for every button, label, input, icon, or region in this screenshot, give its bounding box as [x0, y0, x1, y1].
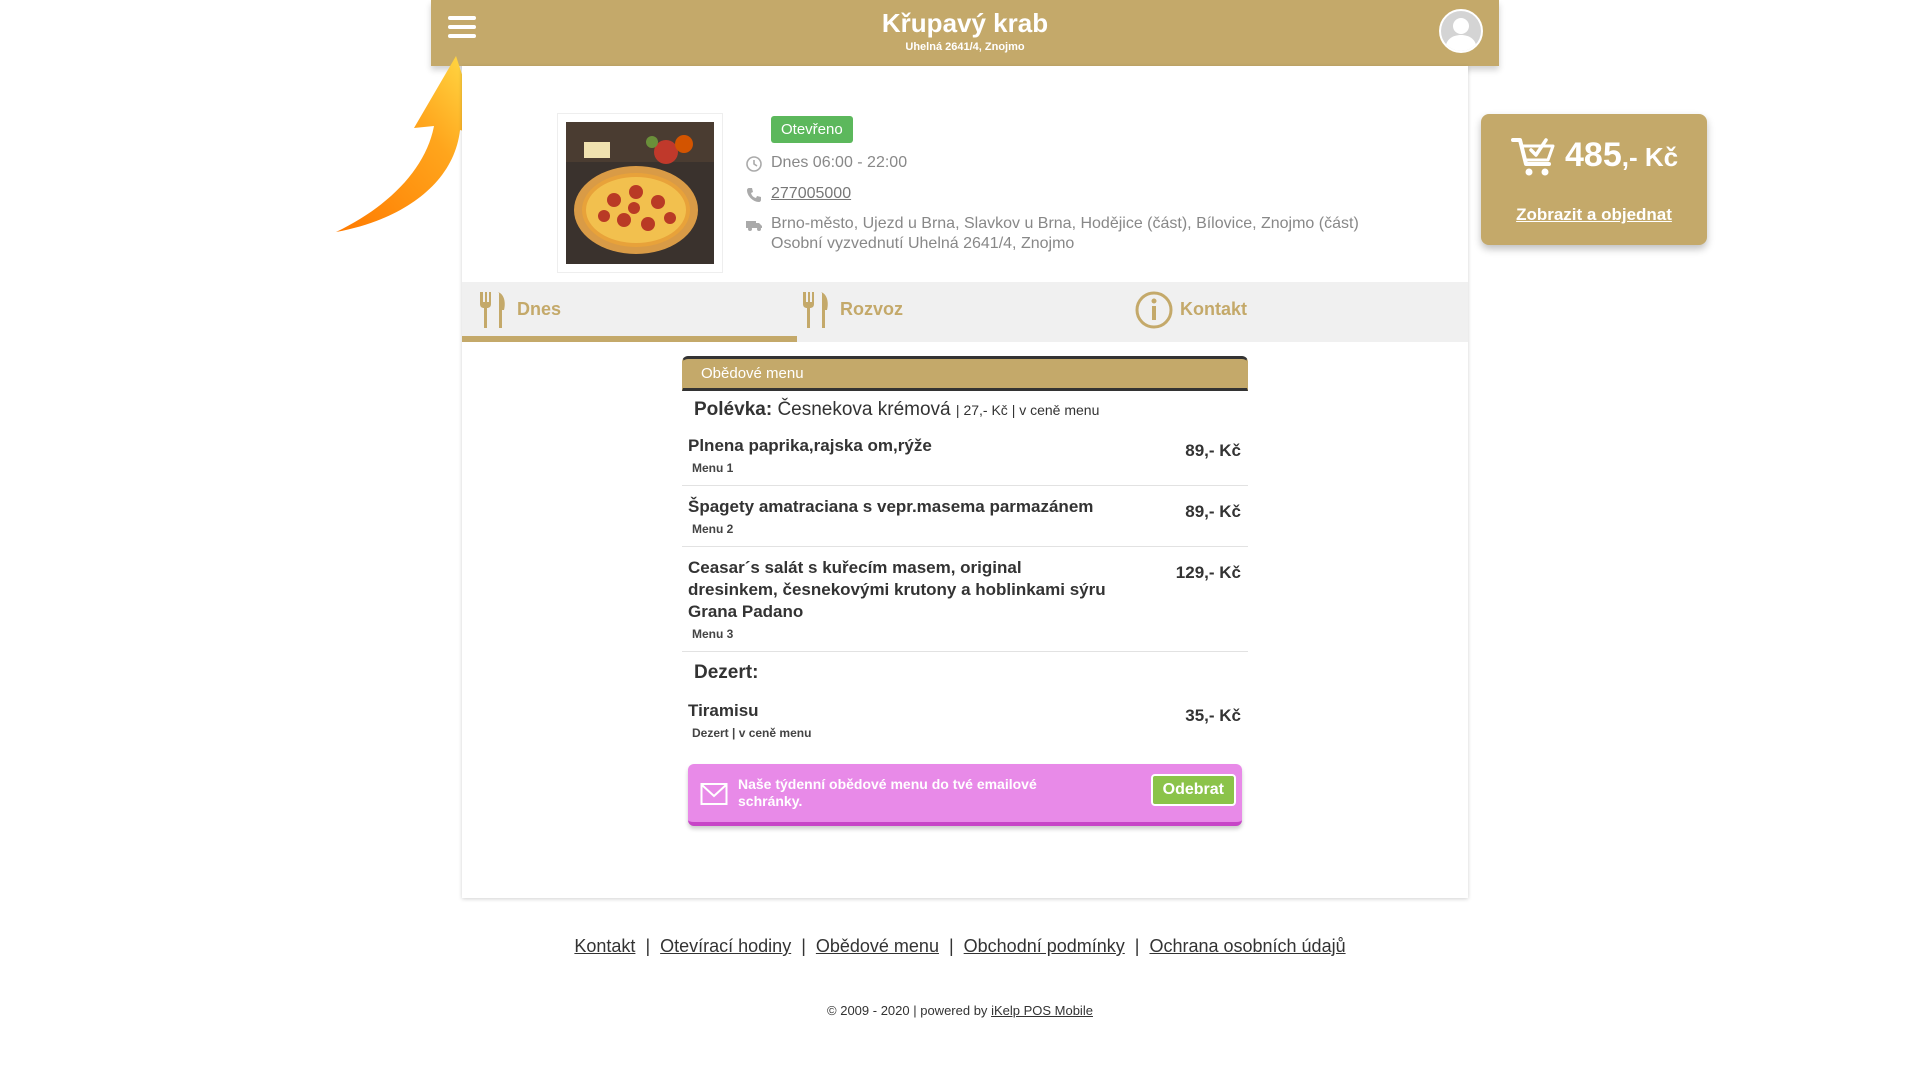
menu-item-price: 89,- Kč: [1185, 502, 1241, 521]
menu-header: Obědové menu: [682, 356, 1248, 391]
footer-separator: |: [948, 936, 954, 956]
cart-currency: ,- Kč: [1621, 142, 1679, 172]
copyright-text: © 2009 - 2020 | powered by: [827, 1003, 988, 1018]
dessert-name: Tiramisu: [688, 701, 759, 720]
opening-hours: Dnes 06:00 - 22:00: [745, 153, 1445, 173]
delivery-truck-icon: [746, 221, 762, 231]
footer-link-terms[interactable]: Obchodní podmínky: [964, 936, 1125, 956]
tab-dnes[interactable]: Dnes: [462, 282, 797, 342]
tab-bar: Dnes Rozvoz Kontakt: [462, 282, 1468, 342]
user-avatar-icon[interactable]: [1439, 9, 1483, 53]
menu-item-sub: Menu 1: [692, 461, 734, 475]
menu-item-name: Ceasar´s salát s kuřecím masem, original…: [688, 558, 1106, 621]
soup-row: Polévka: Česnekova krémová | 27,- Kč | v…: [682, 391, 1248, 425]
envelope-icon: [700, 783, 728, 805]
soup-name: Česnekova krémová: [777, 399, 951, 420]
top-header: Křupavý krab Uhelná 2641/4, Znojmo: [431, 0, 1499, 66]
delivery-areas-text: Brno-město, Ujezd u Brna, Slavkov u Brna…: [771, 215, 1359, 232]
dessert-heading: Dezert:: [694, 662, 759, 683]
dessert-item[interactable]: Tiramisu Dezert | v ceně menu 35,- Kč: [682, 690, 1248, 750]
restaurant-address: Uhelná 2641/4, Znojmo: [905, 41, 1025, 53]
phone-link[interactable]: 277005000: [771, 185, 851, 202]
phone-row: 277005000: [745, 184, 1445, 204]
powered-by-link[interactable]: iKelp POS Mobile: [991, 1003, 1093, 1018]
pickup-text: Osobní vyzvednutí Uhelná 2641/4, Znojmo: [771, 235, 1075, 252]
menu-item[interactable]: Špagety amatraciana s vepr.masema parmaz…: [682, 486, 1248, 547]
hours-text: Dnes 06:00 - 22:00: [771, 154, 908, 171]
dessert-sub: Dezert | v ceně menu: [692, 726, 812, 740]
footer-separator: |: [801, 936, 806, 956]
pizza-thumbnail: [557, 113, 723, 273]
tab-label: Kontakt: [1180, 299, 1247, 319]
main-content-card: Otevřeno Dnes 06:00 - 22:00 277005000 Br…: [462, 66, 1468, 898]
menu-item-name: Špagety amatraciana s vepr.masema parmaz…: [688, 497, 1094, 516]
newsletter-text: Naše týdenní obědové menu do tvé emailov…: [738, 776, 1037, 809]
soup-extra: | 27,- Kč | v ceně menu: [955, 402, 1100, 418]
menu-item-sub: Menu 2: [692, 522, 734, 536]
fork-knife-icon: [803, 292, 828, 328]
phone-icon: [747, 188, 761, 202]
menu-item-sub: Menu 3: [692, 627, 734, 641]
footer-separator: |: [645, 936, 651, 956]
tab-label: Dnes: [517, 299, 562, 319]
open-status-badge: Otevřeno: [771, 116, 853, 143]
fork-knife-icon: [480, 292, 505, 328]
lunch-menu: Obědové menu Polévka: Česnekova krémová …: [682, 356, 1248, 826]
subscribe-button[interactable]: Odebrat: [1150, 774, 1236, 806]
cart-box[interactable]: 485,- Kč Zobrazit a objednat: [1481, 114, 1707, 245]
cart-total: 485,- Kč: [1565, 136, 1678, 175]
footer-separator: |: [1134, 936, 1140, 956]
menu-item[interactable]: Ceasar´s salát s kuřecím masem, original…: [682, 547, 1248, 652]
cart-amount-value: 485: [1565, 136, 1622, 174]
footer-links: Kontakt | Otevírací hodiny | Obědové menu | Ob…: [0, 936, 1920, 957]
menu-item-price: 129,- Kč: [1175, 563, 1241, 582]
restaurant-info: Otevřeno Dnes 06:00 - 22:00 277005000 Br…: [745, 116, 1445, 254]
shopping-cart-icon: [1511, 138, 1555, 176]
info-icon: [1135, 291, 1173, 329]
delivery-row: Brno-město, Ujezd u Brna, Slavkov u Brna…: [745, 214, 1445, 254]
show-and-order-link[interactable]: Zobrazit a objednat: [1481, 205, 1707, 225]
copyright: © 2009 - 2020 | powered by iKelp POS Mob…: [0, 1003, 1920, 1018]
footer-link-kontakt[interactable]: Kontakt: [574, 936, 635, 956]
soup-label: Polévka:: [694, 399, 773, 420]
tab-rozvoz[interactable]: Rozvoz: [797, 282, 1132, 342]
newsletter-banner: Naše týdenní obědové menu do tvé emailov…: [688, 764, 1242, 826]
menu-item-price: 89,- Kč: [1185, 441, 1241, 460]
footer-link-privacy[interactable]: Ochrana osobních údajů: [1149, 936, 1345, 956]
restaurant-title: Křupavý krab: [881, 8, 1049, 38]
footer-link-opening-hours[interactable]: Otevírací hodiny: [660, 936, 791, 956]
tab-kontakt[interactable]: Kontakt: [1132, 282, 1467, 342]
tab-label: Rozvoz: [840, 299, 903, 319]
menu-item[interactable]: Plnena paprika,rajska om,rýže Menu 1 89,…: [682, 425, 1248, 486]
footer-link-lunch-menu[interactable]: Obědové menu: [816, 936, 939, 956]
menu-item-name: Plnena paprika,rajska om,rýže: [688, 436, 932, 455]
dessert-price: 35,- Kč: [1185, 706, 1241, 725]
clock-icon: [746, 156, 762, 172]
